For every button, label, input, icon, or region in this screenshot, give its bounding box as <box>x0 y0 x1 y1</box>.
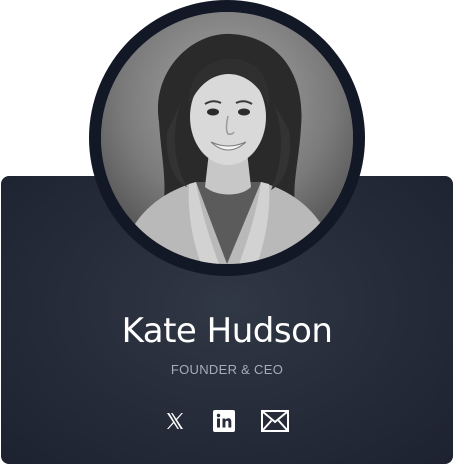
avatar <box>101 12 353 264</box>
profile-name: Kate Hudson <box>121 311 333 351</box>
profile-role: FOUNDER & CEO <box>170 362 284 377</box>
mail-link[interactable] <box>261 409 289 433</box>
profile-photo <box>101 12 353 264</box>
x-link[interactable] <box>162 409 188 433</box>
mail-icon <box>261 410 289 432</box>
profile-card-stage: Kate Hudson FOUNDER & CEO <box>0 0 454 465</box>
avatar-ring <box>89 0 365 276</box>
linkedin-icon <box>213 410 235 432</box>
x-icon <box>167 413 183 429</box>
social-links <box>0 409 454 433</box>
linkedin-link[interactable] <box>211 409 237 433</box>
